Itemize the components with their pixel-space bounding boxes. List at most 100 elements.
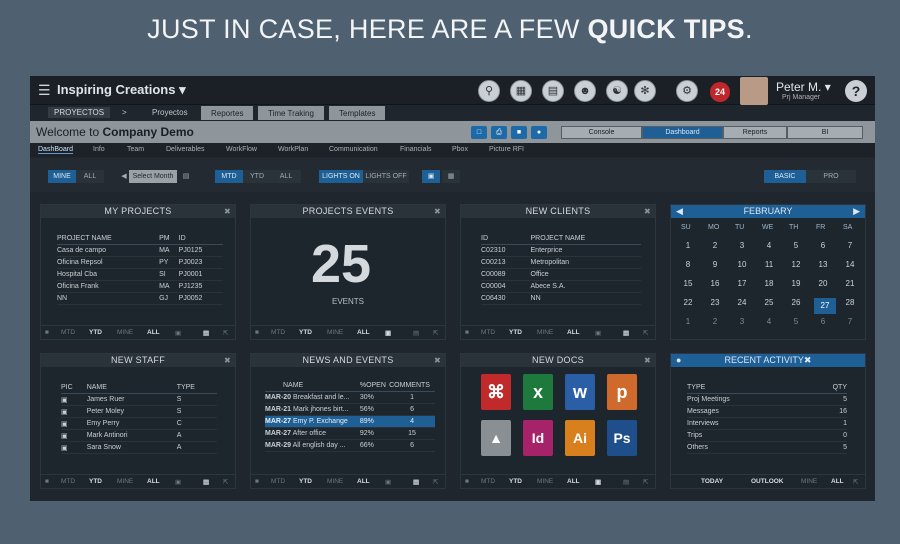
user-name[interactable]: Peter M. ▾: [776, 80, 831, 94]
print-icon[interactable]: ⎙: [491, 126, 507, 139]
word-icon[interactable]: w: [565, 374, 595, 410]
lock-icon[interactable]: ■: [255, 329, 259, 336]
subnav-team[interactable]: Team: [127, 146, 144, 153]
subnav-workflow[interactable]: WorkFlow: [226, 146, 257, 153]
tab-proyectos[interactable]: Proyectos: [152, 108, 188, 117]
layout-icon[interactable]: ▣: [422, 170, 440, 183]
expand-icon[interactable]: ⇱: [223, 329, 228, 337]
close-icon[interactable]: ✖: [434, 354, 441, 367]
table-row[interactable]: Hospital Cba SI PJ0001: [57, 268, 223, 281]
calendar-day[interactable]: 4: [760, 317, 778, 326]
calendar-day[interactable]: 5: [787, 241, 805, 250]
table-row[interactable]: Oficina Frank MA PJ1235: [57, 280, 223, 293]
tab-time-traking[interactable]: Time Traking: [258, 106, 324, 120]
expand-icon[interactable]: ⇱: [853, 478, 858, 486]
export-icon[interactable]: ▣: [175, 329, 181, 337]
footer-mine[interactable]: MINE: [537, 478, 553, 485]
team-icon[interactable]: ☯: [606, 80, 628, 102]
footer-all[interactable]: ALL: [567, 329, 580, 336]
footer-ytd[interactable]: YTD: [509, 478, 522, 485]
calendar-day[interactable]: 27: [814, 298, 836, 314]
table-row[interactable]: Others 5: [687, 441, 847, 454]
document-icon[interactable]: □: [471, 126, 487, 139]
calendar-day[interactable]: 2: [706, 241, 724, 250]
subnav-deliverables[interactable]: Deliverables: [166, 146, 205, 153]
footer-mine[interactable]: MINE: [117, 478, 133, 485]
footer-ytd[interactable]: YTD: [89, 329, 102, 336]
list-icon[interactable]: ▤: [413, 478, 419, 486]
lock-icon[interactable]: ■: [45, 478, 49, 485]
calendar-day[interactable]: 1: [679, 241, 697, 250]
tab-reportes[interactable]: Reportes: [201, 106, 254, 120]
chevron-left-icon[interactable]: ◀: [119, 170, 129, 183]
table-row[interactable]: NN GJ PJ0052: [57, 292, 223, 305]
calendar-day[interactable]: 9: [706, 260, 724, 269]
mode-pro[interactable]: PRO: [806, 170, 856, 183]
close-icon[interactable]: ✖: [644, 354, 651, 367]
table-row[interactable]: MAR-27 After office 92% 15: [265, 427, 435, 440]
close-icon[interactable]: ✖: [434, 205, 441, 218]
footer-mine[interactable]: MINE: [801, 478, 817, 485]
month-select[interactable]: Select Month: [129, 170, 177, 183]
table-row[interactable]: MAR-29 All english day ... 66% 6: [265, 439, 435, 452]
calendar-day[interactable]: 8: [679, 260, 697, 269]
illustrator-icon[interactable]: Ai: [565, 420, 595, 456]
menu-icon[interactable]: ☰: [38, 82, 51, 99]
indesign-icon[interactable]: Id: [523, 420, 553, 456]
table-row[interactable]: C06430 NN: [481, 292, 641, 305]
lock-icon[interactable]: ■: [465, 329, 469, 336]
table-row[interactable]: Proj Meetings 5: [687, 393, 847, 406]
close-icon[interactable]: ✖: [804, 355, 812, 365]
table-row[interactable]: MAR-21 Mark jhones birt... 56% 6: [265, 403, 435, 416]
list-icon[interactable]: ▤: [203, 478, 209, 486]
events-count[interactable]: 25: [311, 233, 371, 295]
image-icon[interactable]: ▲: [481, 420, 511, 456]
expand-icon[interactable]: ⇱: [643, 478, 648, 486]
view-reports[interactable]: Reports: [723, 126, 787, 139]
footer-all[interactable]: ALL: [567, 478, 580, 485]
export-icon[interactable]: ▣: [385, 478, 391, 486]
expand-icon[interactable]: ⇱: [433, 478, 438, 486]
people-icon[interactable]: ☻: [574, 80, 596, 102]
mode-basic[interactable]: BASIC: [764, 170, 806, 183]
table-row[interactable]: MAR-20 Breakfast and le... 30% 1: [265, 391, 435, 404]
subnav-financials[interactable]: Financials: [400, 146, 432, 153]
list-icon[interactable]: ▤: [623, 329, 629, 337]
close-icon[interactable]: ✖: [644, 205, 651, 218]
table-row[interactable]: C00089 Office: [481, 268, 641, 281]
next-month-icon[interactable]: ▶: [853, 205, 860, 218]
lock-icon[interactable]: ■: [465, 478, 469, 485]
list-icon[interactable]: ▤: [623, 478, 629, 486]
calendar-day[interactable]: 26: [787, 298, 805, 307]
footer-mine[interactable]: MINE: [537, 329, 553, 336]
calendar-day[interactable]: 7: [841, 241, 859, 250]
footer-mtd[interactable]: MTD: [481, 478, 495, 485]
network-icon[interactable]: ✻: [634, 80, 656, 102]
footer-all[interactable]: ALL: [147, 478, 160, 485]
calendar-day[interactable]: 1: [679, 317, 697, 326]
calendar-small-icon[interactable]: ▤: [181, 170, 191, 183]
export-icon[interactable]: ▣: [595, 478, 601, 486]
footer-mine[interactable]: MINE: [327, 329, 343, 336]
calendar-day[interactable]: 24: [733, 298, 751, 307]
table-row[interactable]: Oficina Repsol PY PJ0023: [57, 256, 223, 269]
calendar-day[interactable]: 18: [760, 279, 778, 288]
footer-mtd[interactable]: MTD: [271, 329, 285, 336]
subnav-pbox[interactable]: Pbox: [452, 146, 468, 153]
table-row[interactable]: ▣ James Ruer S: [61, 393, 217, 406]
filter-all-period[interactable]: ALL: [271, 170, 301, 183]
footer-mtd[interactable]: MTD: [61, 478, 75, 485]
crumb-proyectos-root[interactable]: PROYECTOS: [48, 107, 111, 118]
filter-all[interactable]: ALL: [76, 170, 104, 183]
footer-today[interactable]: TODAY: [701, 478, 723, 485]
filter-ytd[interactable]: YTD: [243, 170, 271, 183]
calendar-day[interactable]: 21: [841, 279, 859, 288]
subnav-info[interactable]: Info: [93, 146, 105, 153]
footer-all[interactable]: ALL: [147, 329, 160, 336]
close-icon[interactable]: ✖: [224, 205, 231, 218]
org-chart-icon[interactable]: ▦: [510, 80, 532, 102]
list-icon[interactable]: ▤: [413, 329, 419, 337]
lights-on-button[interactable]: LIGHTS ON: [319, 170, 363, 183]
footer-ytd[interactable]: YTD: [299, 329, 312, 336]
calendar-day[interactable]: 6: [814, 241, 832, 250]
